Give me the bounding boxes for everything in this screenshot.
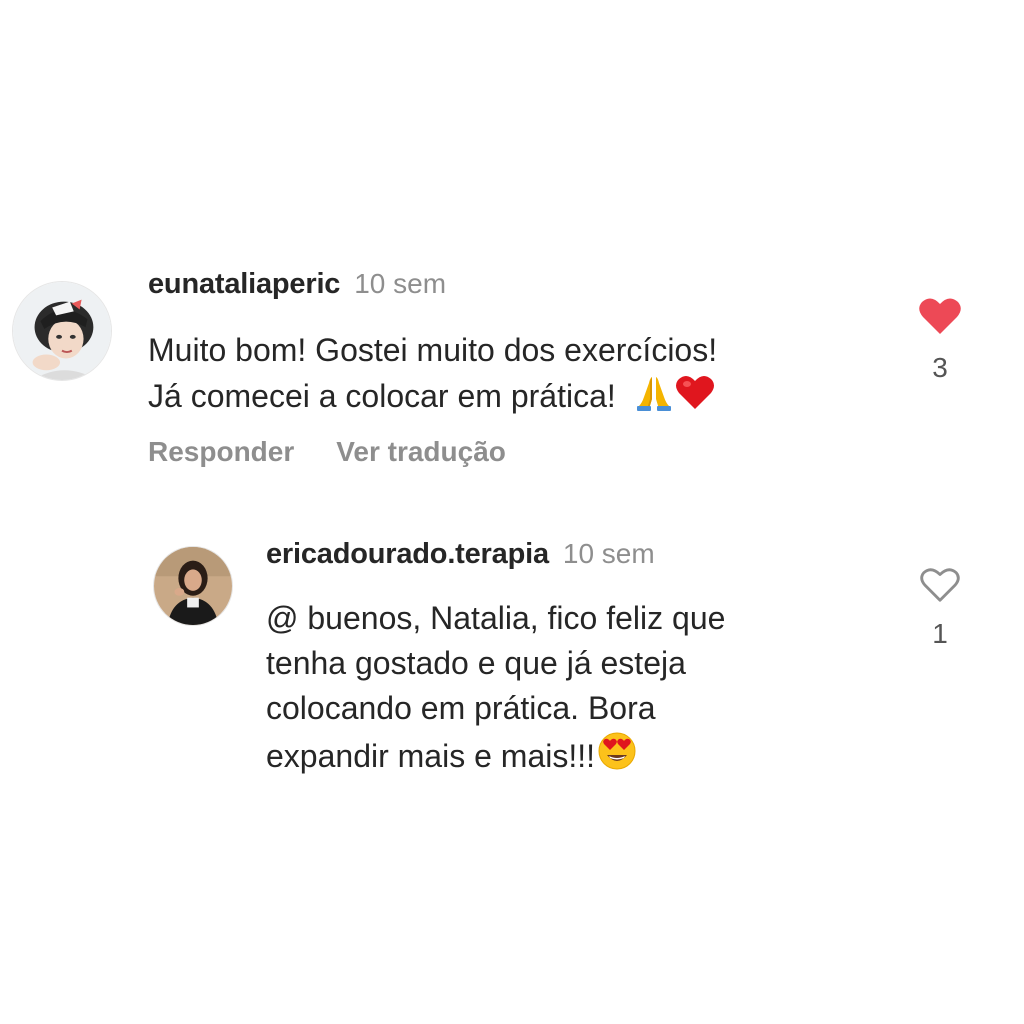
comment-actions: Responder Ver tradução	[148, 436, 506, 468]
comments-panel: eunataliaperic 10 sem Muito bom! Gostei m…	[0, 0, 1024, 1024]
username[interactable]: eunataliaperic	[148, 268, 340, 300]
like-control: 1	[910, 566, 970, 650]
comment-header: eunataliaperic 10 sem	[148, 268, 446, 301]
heart-outline-icon[interactable]	[919, 566, 961, 604]
comment-line: @ buenos, Natalia, fico feliz que	[266, 600, 726, 636]
avatar[interactable]	[12, 281, 112, 381]
translate-button[interactable]: Ver tradução	[336, 436, 506, 467]
folded-hands-icon	[635, 375, 673, 411]
avatar-image	[13, 282, 111, 380]
comment-header: ericadourado.terapia 10 sem	[266, 538, 655, 571]
like-count: 1	[932, 618, 948, 649]
heart-filled-icon[interactable]	[918, 296, 962, 336]
comment-line: Já comecei a colocar em prática!	[148, 378, 616, 414]
like-count: 3	[932, 352, 948, 383]
reply-button[interactable]: Responder	[148, 436, 294, 467]
avatar[interactable]	[153, 546, 233, 626]
timestamp: 10 sem	[354, 268, 447, 299]
comment-text: @ buenos, Natalia, fico feliz que tenha …	[266, 596, 725, 779]
comment-line: tenha gostado e que já esteja	[266, 645, 686, 681]
heart-eyes-icon	[597, 731, 637, 771]
comment-text: Muito bom! Gostei muito dos exercícios! …	[148, 328, 717, 419]
comment-line: expandir mais e mais!!!	[266, 738, 596, 774]
timestamp: 10 sem	[562, 538, 655, 569]
comment-line: Muito bom! Gostei muito dos exercícios!	[148, 332, 718, 368]
comment-line-with-emoji: Já comecei a colocar em prática!	[148, 373, 717, 419]
comment-line: colocando em prática. Bora	[266, 690, 656, 726]
like-control: 3	[910, 296, 970, 384]
username[interactable]: ericadourado.terapia	[266, 538, 549, 570]
red-heart-icon	[675, 373, 715, 411]
comment-line-with-emoji: expandir mais e mais!!!	[266, 731, 725, 779]
avatar-image	[154, 547, 232, 625]
